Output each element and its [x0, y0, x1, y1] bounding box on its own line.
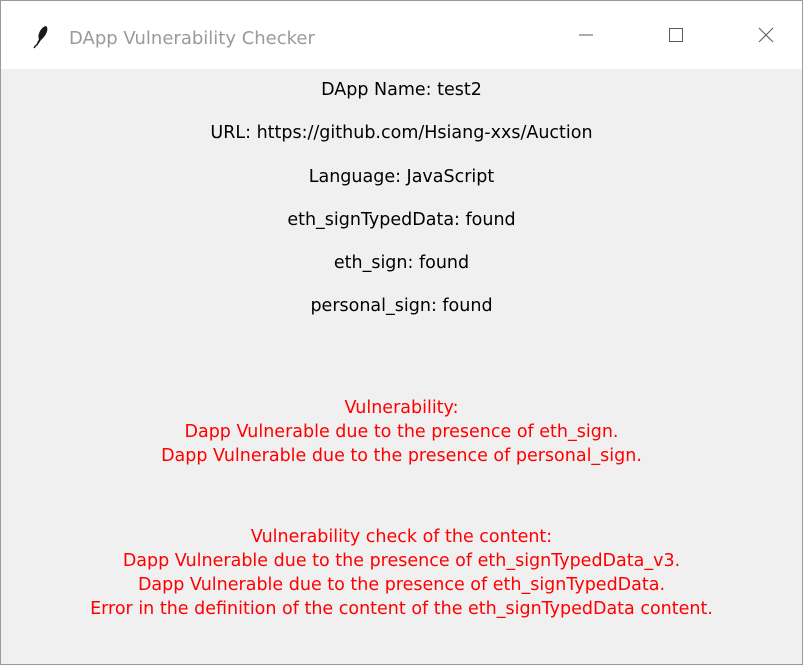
vulnerability-section: Vulnerability: Dapp Vulnerable due to th…	[1, 396, 802, 468]
eth-signtypeddata-status: eth_signTypedData: found	[287, 210, 516, 230]
content-check-line: Error in the definition of the content o…	[90, 599, 713, 619]
language-label: Language: JavaScript	[308, 167, 495, 187]
app-window: DApp Vulnerability Checker DApp Name: te…	[0, 0, 803, 665]
content-check-line: Dapp Vulnerable due to the presence of e…	[137, 575, 666, 595]
vulnerability-line: Dapp Vulnerable due to the presence of p…	[161, 446, 642, 466]
dapp-name-label: DApp Name: test2	[321, 80, 482, 100]
eth-sign-status: eth_sign: found	[333, 253, 470, 273]
window-title: DApp Vulnerability Checker	[69, 28, 315, 49]
maximize-icon	[668, 27, 684, 47]
vulnerability-line: Dapp Vulnerable due to the presence of e…	[184, 422, 619, 442]
title-bar[interactable]: DApp Vulnerability Checker	[1, 1, 802, 69]
content-check-section: Vulnerability check of the content: Dapp…	[1, 525, 802, 621]
minimize-icon	[578, 27, 594, 47]
content-check-header: Vulnerability check of the content:	[250, 527, 553, 547]
close-button[interactable]	[741, 17, 791, 57]
url-label: URL: https://github.com/Hsiang-xxs/Aucti…	[210, 123, 593, 143]
close-icon	[758, 27, 774, 47]
feather-icon	[31, 25, 51, 49]
personal-sign-status: personal_sign: found	[310, 296, 493, 316]
maximize-button[interactable]	[651, 17, 701, 57]
content-area: DApp Name: test2 URL: https://github.com…	[1, 69, 802, 664]
vulnerability-header: Vulnerability:	[344, 398, 459, 418]
content-check-line: Dapp Vulnerable due to the presence of e…	[122, 551, 681, 571]
minimize-button[interactable]	[561, 17, 611, 57]
